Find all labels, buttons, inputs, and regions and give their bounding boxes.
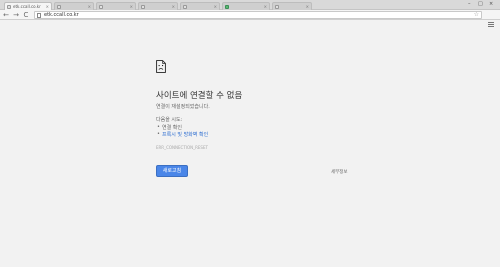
tab-close-icon[interactable]: ×	[46, 3, 49, 10]
tab-favicon-icon	[141, 5, 145, 9]
browser-toolbar: ← → C etk.ccall.co.kr ☆	[0, 10, 500, 27]
page-icon	[37, 13, 41, 18]
tab-active[interactable]: etk.ccall.co.kr ×	[4, 2, 52, 10]
forward-icon[interactable]: →	[12, 11, 20, 19]
tab-close-icon[interactable]: ×	[172, 3, 175, 10]
tab-strip: etk.ccall.co.kr × × × × × × × – □ ×	[0, 0, 500, 10]
suggestion-check-connection: 연결 확인	[157, 124, 182, 131]
tab-favicon-icon	[275, 5, 279, 9]
tab[interactable]: ×	[138, 2, 178, 10]
tab-close-icon[interactable]: ×	[306, 3, 309, 10]
reload-button[interactable]: 새로고침	[156, 165, 188, 177]
reload-icon[interactable]: C	[22, 11, 30, 19]
close-window-button[interactable]: ×	[489, 1, 493, 7]
tab-favicon-icon	[183, 5, 187, 9]
error-subtitle: 연결이 재설정되었습니다.	[156, 104, 210, 110]
tab[interactable]: ×	[272, 2, 312, 10]
tab-close-icon[interactable]: ×	[214, 3, 217, 10]
url-text[interactable]: etk.ccall.co.kr	[44, 12, 79, 18]
error-code: ERR_CONNECTION_RESET	[156, 145, 208, 150]
back-icon[interactable]: ←	[2, 11, 10, 19]
tab-favicon-icon	[57, 5, 61, 9]
page-favicon-icon	[7, 5, 11, 9]
details-button[interactable]: 세부정보	[331, 169, 348, 175]
suggestions-heading: 다음을 시도:	[156, 117, 183, 123]
tab-title: etk.ccall.co.kr	[13, 4, 41, 9]
sad-page-icon	[156, 60, 166, 73]
maximize-button[interactable]: □	[478, 1, 483, 7]
tab-close-icon[interactable]: ×	[130, 3, 133, 10]
minimize-button[interactable]: –	[468, 1, 471, 7]
tab[interactable]: ×	[96, 2, 136, 10]
tab[interactable]: ×	[222, 2, 270, 10]
menu-icon[interactable]	[488, 21, 494, 29]
tab[interactable]: ×	[180, 2, 220, 10]
tab-favicon-icon	[99, 5, 103, 9]
tab-close-icon[interactable]: ×	[264, 3, 267, 10]
tab-close-icon[interactable]: ×	[88, 3, 91, 10]
page-title: 사이트에 연결할 수 없음	[156, 91, 243, 101]
tab[interactable]: ×	[54, 2, 94, 10]
suggestion-check-proxy-firewall-link[interactable]: 프록시 및 방화벽 확인	[157, 131, 208, 138]
tab-favicon-icon	[225, 5, 229, 9]
bookmark-star-icon[interactable]: ☆	[474, 12, 479, 18]
address-bar[interactable]: etk.ccall.co.kr ☆	[34, 11, 482, 19]
